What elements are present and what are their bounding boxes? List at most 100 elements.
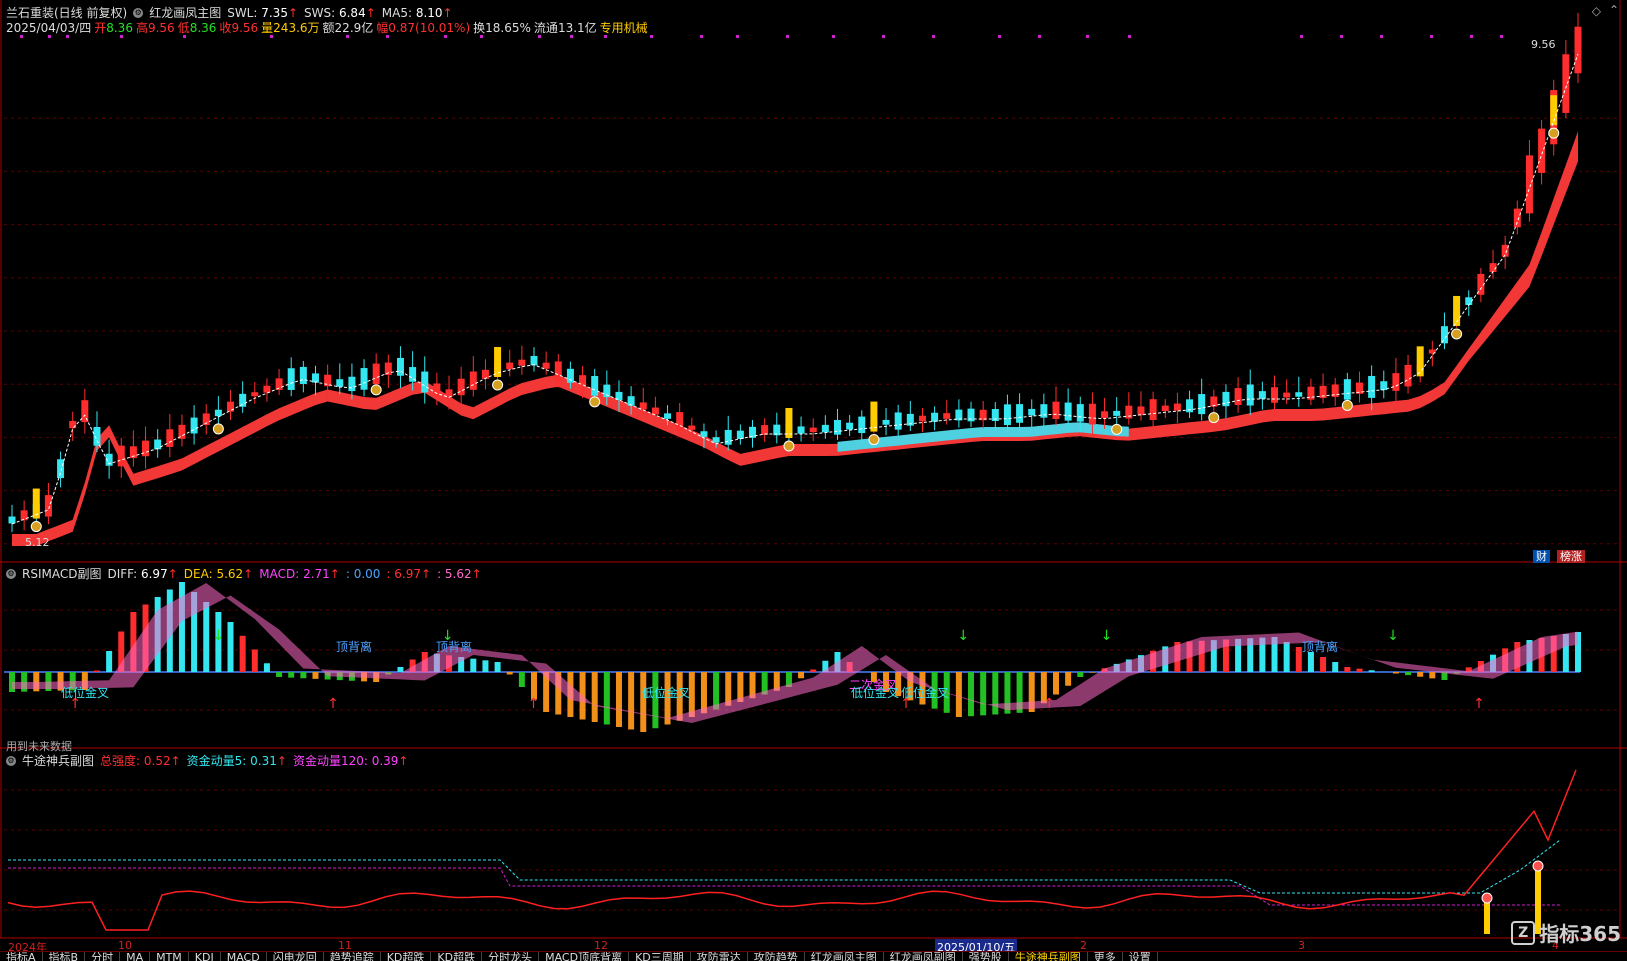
candle-body — [9, 517, 16, 524]
candle-body — [579, 375, 586, 386]
macd-label: MACD: — [259, 567, 303, 581]
dot-marker — [882, 35, 885, 38]
dot-marker — [1470, 35, 1473, 38]
candle-body — [1526, 155, 1533, 213]
macd-bar — [470, 659, 476, 672]
macd-annotation: 顶背离 — [1302, 638, 1338, 655]
candle-body — [895, 412, 902, 429]
macd-bar — [252, 650, 258, 673]
dot-marker — [386, 35, 389, 38]
panel-settings-icon[interactable]: ⚙ — [6, 756, 16, 766]
dot-marker — [998, 35, 1001, 38]
money5-line — [8, 840, 1560, 893]
macd-value: 2.71 — [303, 567, 330, 581]
macd-band — [12, 583, 1578, 723]
macd-bar — [1344, 667, 1350, 672]
candle-body — [834, 420, 841, 435]
candle-body — [822, 425, 829, 432]
candle-body — [1162, 406, 1169, 411]
dot-marker — [1500, 35, 1503, 38]
macd-bar — [592, 672, 598, 722]
up-arrow-icon: ↑ — [330, 567, 340, 581]
dot-marker — [700, 35, 703, 38]
candle-body — [373, 364, 380, 385]
macd-bar — [1332, 662, 1338, 672]
macd-bar — [713, 672, 719, 710]
money120-value: 0.39 — [372, 754, 399, 768]
macd-bar — [980, 672, 986, 715]
macd-bar — [604, 672, 610, 725]
grid-lines — [4, 118, 1618, 910]
macd-bar — [1296, 647, 1302, 672]
candle-body — [931, 413, 938, 422]
low-price-marker: 5.12 — [22, 536, 53, 549]
candle-body — [676, 412, 683, 431]
dot-marker — [480, 35, 483, 38]
dot-marker — [1380, 35, 1383, 38]
moneybag-icon — [1452, 329, 1462, 339]
finance-badge[interactable]: 财 — [1533, 550, 1550, 563]
up-arrow-icon: ↑ — [168, 567, 178, 581]
moneybag-icon — [493, 380, 503, 390]
diff-label: DIFF: — [107, 567, 141, 581]
moneybag-icon — [1112, 424, 1122, 434]
bull-panel-title[interactable]: 牛途神兵副图 — [22, 752, 94, 769]
candle-body — [1344, 379, 1351, 399]
dot-marker — [1430, 35, 1433, 38]
dot-marker — [66, 35, 69, 38]
dot-marker — [270, 35, 273, 38]
macd-bar — [495, 662, 501, 672]
macd-bar — [640, 672, 646, 732]
candle-body — [506, 363, 513, 370]
candle-body — [1186, 399, 1193, 412]
macd-bar — [94, 671, 100, 673]
candle-body — [798, 426, 805, 433]
macd-bar — [264, 663, 270, 672]
bull-panel-chart — [8, 770, 1576, 934]
candle-body — [1101, 411, 1108, 418]
candle-body — [1077, 404, 1084, 422]
rank-badge[interactable]: 榜涨 — [1557, 550, 1585, 563]
macd-bar — [1284, 642, 1290, 672]
candle-body — [1198, 394, 1205, 414]
dot-marker — [1086, 35, 1089, 38]
ma-ribbon-band — [12, 131, 1578, 546]
dea-label: DEA: — [184, 567, 217, 581]
candle-body — [1368, 376, 1375, 398]
dot-marker — [736, 35, 739, 38]
candle-body — [1283, 393, 1290, 398]
candle-body — [919, 416, 926, 422]
moneybag-icon — [869, 435, 879, 445]
candle-body — [737, 431, 744, 439]
candle-body — [421, 372, 428, 393]
logo-icon: Z — [1511, 921, 1535, 945]
signal-arrow: ↑ — [327, 696, 339, 712]
macd-panel-header: ⚙ RSIMACD副图 DIFF: 6.97↑ DEA: 5.62↑ MACD:… — [6, 565, 482, 582]
candle-body — [1113, 411, 1120, 416]
macd-bar — [956, 672, 962, 717]
dot-marker — [570, 35, 573, 38]
macd-zero-value: : 0.00 — [346, 567, 381, 581]
macd-panel-title[interactable]: RSIMACD副图 — [22, 565, 101, 582]
moneybag-signals — [31, 128, 1558, 531]
panel-settings-icon[interactable]: ⚙ — [6, 569, 16, 579]
macd-bar — [1393, 672, 1399, 674]
candle-body — [628, 396, 635, 406]
candle-body — [288, 368, 295, 390]
money5-label: 资金动量5: — [187, 754, 251, 768]
candle-body — [518, 360, 525, 366]
moneybag-icon — [31, 522, 41, 532]
up-arrow-icon: ↑ — [277, 754, 287, 768]
macd-bar — [312, 672, 318, 679]
macd-bar — [616, 672, 622, 727]
candle-body — [69, 421, 76, 428]
macd-bar — [1089, 672, 1095, 673]
chart-canvas[interactable]: ↑↓↑↓↑↑↓↑↓↓↑ — [0, 0, 1627, 960]
candle-body — [227, 402, 234, 412]
bull-panel-header: ⚙ 牛途神兵副图 总强度: 0.52↑ 资金动量5: 0.31↑ 资金动量120… — [6, 752, 408, 769]
money120-line — [8, 868, 1560, 905]
macd-bar — [968, 672, 974, 716]
macd-bar — [798, 672, 804, 678]
candle-body — [1514, 209, 1521, 228]
candle-body — [166, 429, 173, 447]
